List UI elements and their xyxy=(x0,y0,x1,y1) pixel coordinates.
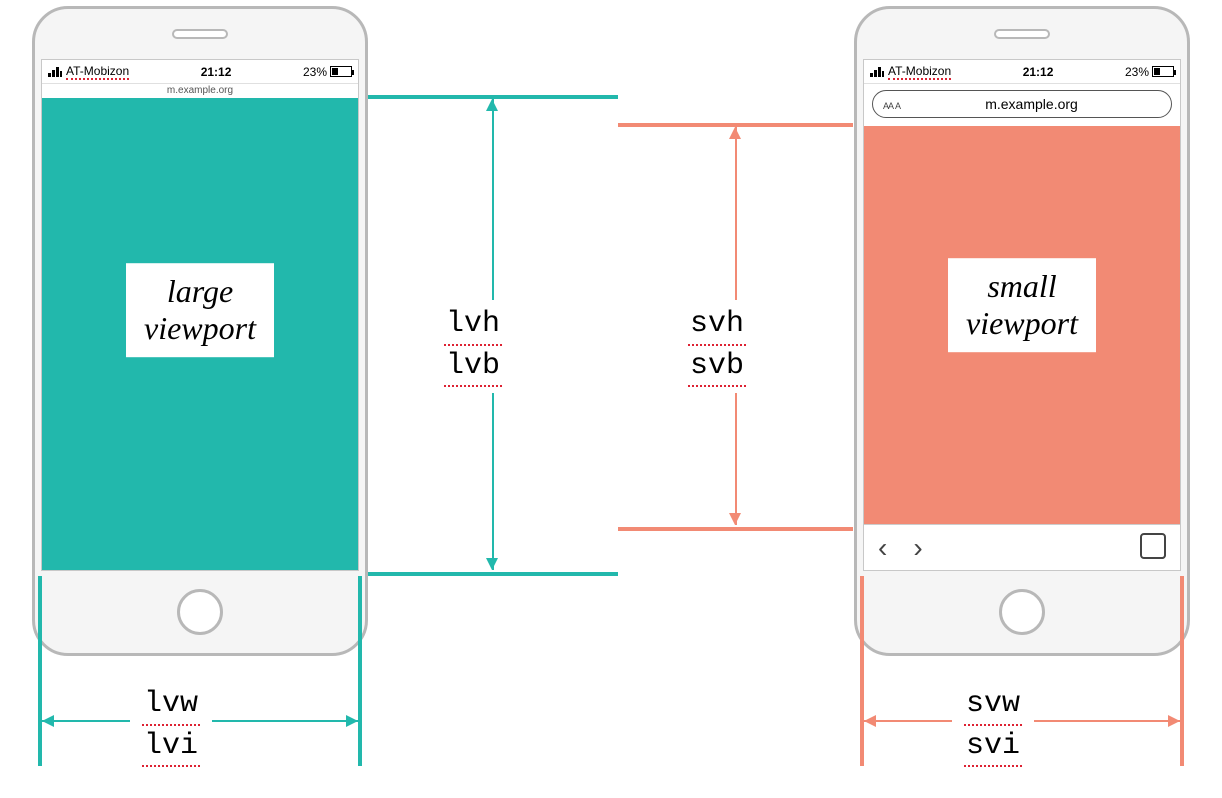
lvh-units: lvh lvb xyxy=(436,300,510,393)
address-url: m.example.org xyxy=(902,96,1161,112)
vp-label-line2: viewport xyxy=(966,305,1078,341)
status-bar: AT-Mobizon 21:12 23% xyxy=(864,60,1180,84)
text-size-icon[interactable]: AAA xyxy=(883,96,902,112)
vp-label-line1: small xyxy=(987,268,1056,304)
phone-speaker xyxy=(994,29,1050,39)
tabs-icon[interactable] xyxy=(1144,537,1166,559)
clock: 21:12 xyxy=(1023,65,1054,79)
lvh-bottom-extent xyxy=(368,572,618,576)
status-right: 23% xyxy=(1125,65,1174,79)
large-viewport-area: large viewport xyxy=(42,98,358,570)
battery-icon xyxy=(1152,66,1174,77)
browser-toolbar: ‹ › xyxy=(864,524,1180,570)
home-button[interactable] xyxy=(177,589,223,635)
collapsed-url: m.example.org xyxy=(42,84,358,98)
lvw-arrow-right-icon xyxy=(346,715,358,727)
svw-left-extent xyxy=(860,576,864,766)
home-button[interactable] xyxy=(999,589,1045,635)
battery-percent: 23% xyxy=(1125,65,1149,79)
svw-arrow-left-icon xyxy=(864,715,876,727)
status-bar: AT-Mobizon 21:12 23% xyxy=(42,60,358,84)
address-bar[interactable]: AAA m.example.org xyxy=(872,90,1172,118)
large-viewport-label: large viewport xyxy=(126,264,274,358)
clock: 21:12 xyxy=(201,65,232,79)
back-icon[interactable]: ‹ xyxy=(878,534,887,562)
signal-icon xyxy=(48,67,62,77)
phone-screen-left: AT-Mobizon 21:12 23% m.example.org large… xyxy=(41,59,359,571)
carrier-label: AT-Mobizon xyxy=(66,64,129,80)
svh-units: svh svb xyxy=(680,300,754,393)
phone-speaker xyxy=(172,29,228,39)
forward-icon[interactable]: › xyxy=(913,534,922,562)
status-left: AT-Mobizon xyxy=(870,64,951,80)
svh-arrow-up-icon xyxy=(729,127,741,139)
lvw-left-extent xyxy=(38,576,42,766)
svh-arrow-down-icon xyxy=(729,513,741,525)
phone-small-viewport: AT-Mobizon 21:12 23% AAA m.example.org s… xyxy=(854,6,1190,656)
svw-arrow-right-icon xyxy=(1168,715,1180,727)
lvh-arrow-up-icon xyxy=(486,99,498,111)
status-right: 23% xyxy=(303,65,352,79)
lvh-arrow-down-icon xyxy=(486,558,498,570)
battery-icon xyxy=(330,66,352,77)
nav-buttons: ‹ › xyxy=(878,534,923,562)
signal-icon xyxy=(870,67,884,77)
svh-bottom-extent xyxy=(618,527,853,531)
carrier-label: AT-Mobizon xyxy=(888,64,951,80)
phone-screen-right: AT-Mobizon 21:12 23% AAA m.example.org s… xyxy=(863,59,1181,571)
vp-label-line2: viewport xyxy=(144,310,256,346)
lvw-right-extent xyxy=(358,576,362,766)
status-left: AT-Mobizon xyxy=(48,64,129,80)
small-viewport-label: small viewport xyxy=(948,258,1096,352)
small-viewport-area: small viewport xyxy=(864,126,1180,524)
svw-right-extent xyxy=(1180,576,1184,766)
battery-percent: 23% xyxy=(303,65,327,79)
lvw-arrow-left-icon xyxy=(42,715,54,727)
svw-units: svw svi xyxy=(952,682,1034,771)
phone-large-viewport: AT-Mobizon 21:12 23% m.example.org large… xyxy=(32,6,368,656)
vp-label-line1: large xyxy=(167,274,233,310)
lvw-units: lvw lvi xyxy=(130,682,212,771)
